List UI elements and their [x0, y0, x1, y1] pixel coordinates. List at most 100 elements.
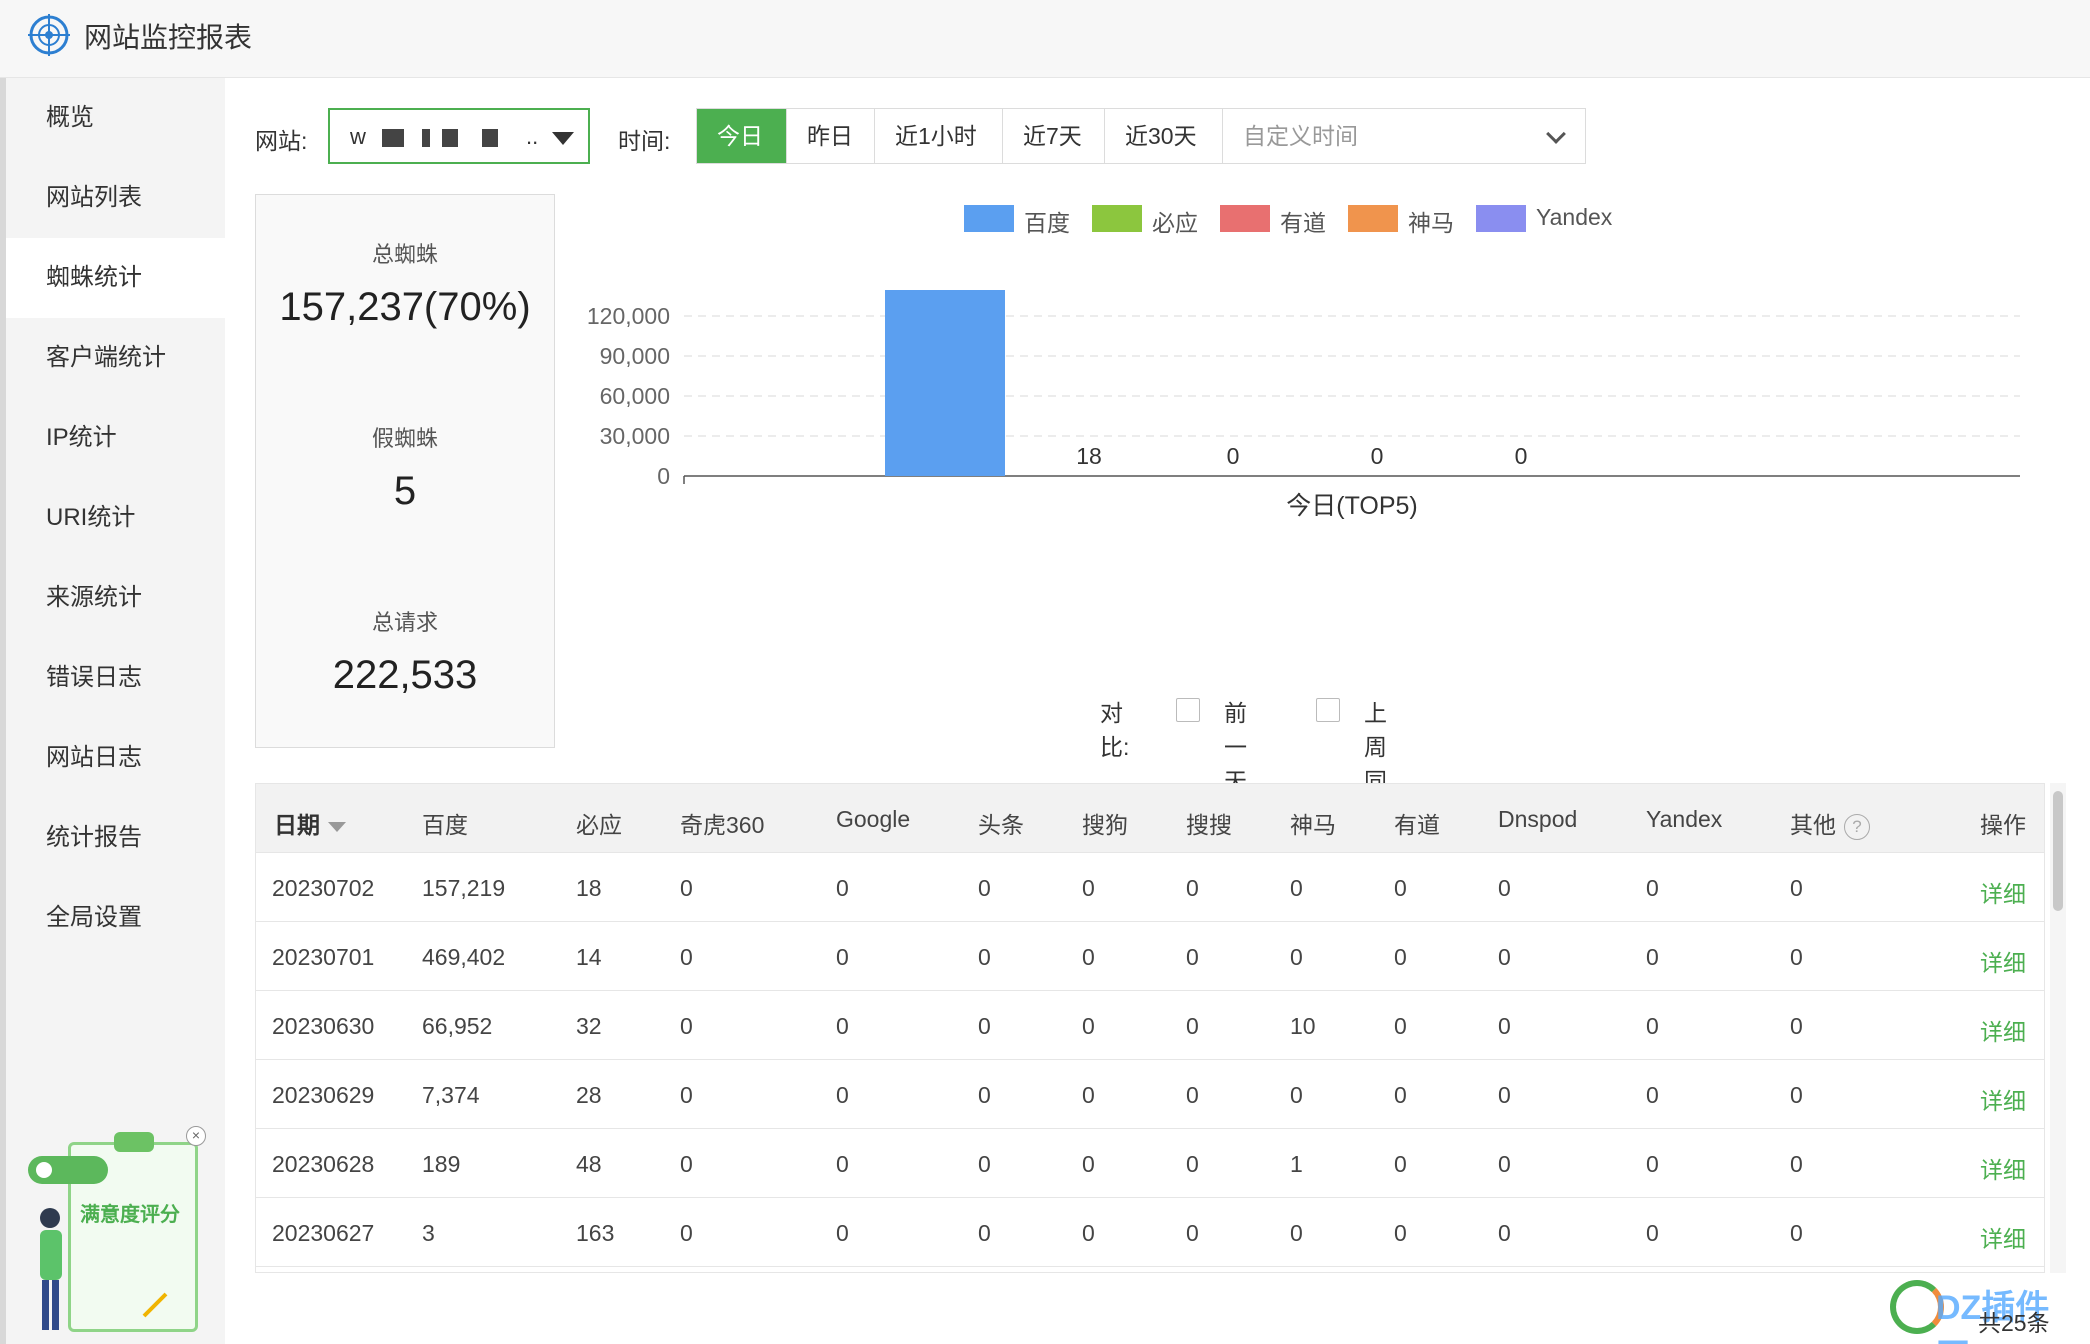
- table-cell: 0: [1498, 1082, 1511, 1108]
- table-cell: 0: [680, 875, 693, 901]
- sidebar-item-spider-stats[interactable]: 蜘蛛统计: [6, 238, 225, 318]
- col-header-toutiao: 头条: [978, 812, 1024, 838]
- table-cell: 0: [1290, 1082, 1303, 1108]
- table-cell: 0: [1646, 1220, 1659, 1246]
- total-request-value: 222,533: [332, 653, 478, 697]
- satisfaction-widget[interactable]: 满意度评分 ×: [20, 1120, 206, 1344]
- compare-last-week-checkbox[interactable]: [1316, 698, 1340, 722]
- help-icon[interactable]: ?: [1844, 813, 1870, 840]
- table-cell: 0: [836, 1220, 849, 1246]
- sidebar-item-overview[interactable]: 概览: [6, 78, 225, 158]
- table-cell: 0: [978, 944, 991, 970]
- site-select[interactable]: w ..: [328, 108, 590, 164]
- sidebar-item-site-log[interactable]: 网站日志: [6, 718, 225, 798]
- col-header-shenma: 神马: [1290, 812, 1336, 838]
- sidebar-item-ip-stats[interactable]: IP统计: [6, 398, 225, 478]
- table-cell: 0: [680, 1082, 693, 1108]
- sidebar-item-client-stats[interactable]: 客户端统计: [6, 318, 225, 398]
- col-header-date[interactable]: 日期: [274, 806, 346, 840]
- sidebar-item-report[interactable]: 统计报告: [6, 798, 225, 878]
- sort-down-icon[interactable]: [328, 821, 346, 832]
- detail-link[interactable]: 详细: [1980, 1220, 2026, 1254]
- table-row: 20230628 189 48 0 0 0 0 0 1 0 0 0 0 详细: [256, 1129, 2044, 1198]
- table-cell: 0: [1646, 1013, 1659, 1039]
- table-cell: 0: [1394, 1220, 1407, 1246]
- time-1hour-button[interactable]: 近1小时: [875, 109, 1003, 163]
- table-cell: 157,219: [422, 875, 506, 901]
- table-cell: 0: [836, 944, 849, 970]
- table-scrollbar[interactable]: [2050, 783, 2066, 1273]
- table-cell: 0: [1498, 944, 1511, 970]
- table-cell: 7,374: [422, 1082, 480, 1108]
- redacted-mark: [422, 129, 430, 147]
- table-cell: 0: [978, 1082, 991, 1108]
- col-header-action: 操作: [1980, 812, 2026, 838]
- table-cell: 0: [1394, 1082, 1407, 1108]
- table-cell: 48: [576, 1151, 602, 1177]
- total-request-label: 总请求: [371, 610, 438, 635]
- table-cell: 10: [1290, 1013, 1316, 1039]
- table-cell: 28: [576, 1082, 602, 1108]
- time-label: 时间:: [618, 128, 671, 154]
- table-header: 日期 百度 必应 奇虎360 Google 头条 搜狗 搜搜 神马 有道 Dns…: [256, 784, 2044, 853]
- detail-link[interactable]: 详细: [1980, 1082, 2026, 1116]
- table-row: 20230627 3 163 0 0 0 0 0 0 0 0 0 0 详细: [256, 1198, 2044, 1267]
- detail-link[interactable]: 详细: [1980, 1151, 2026, 1185]
- table-cell: 0: [1394, 875, 1407, 901]
- y-tick-label: 30,000: [600, 423, 670, 449]
- app-header: 网站监控报表: [0, 0, 2090, 78]
- table-cell: 0: [1290, 875, 1303, 901]
- redacted-mark: [442, 129, 458, 147]
- site-select-suffix: ..: [526, 124, 539, 149]
- detail-link[interactable]: 详细: [1980, 1013, 2026, 1047]
- redacted-mark: [382, 129, 404, 147]
- compare-prev-day-checkbox[interactable]: [1176, 698, 1200, 722]
- col-header-baidu: 百度: [422, 812, 468, 838]
- x-axis-label: 今日(TOP5): [1286, 492, 1418, 520]
- table-cell: 0: [836, 875, 849, 901]
- table-cell: 20230628: [272, 1151, 375, 1177]
- person-icon: [40, 1208, 62, 1330]
- time-yesterday-button[interactable]: 昨日: [787, 109, 875, 163]
- compare-prev-day-label: 前一天: [1224, 700, 1247, 794]
- detail-link[interactable]: 详细: [1980, 944, 2026, 978]
- time-today-button[interactable]: 今日: [697, 109, 787, 163]
- table-cell: 20230629: [272, 1082, 375, 1108]
- table-cell: 469,402: [422, 944, 506, 970]
- sidebar-item-referer-stats[interactable]: 来源统计: [6, 558, 225, 638]
- table-cell: 189: [422, 1151, 461, 1177]
- spider-stats-table: 日期 百度 必应 奇虎360 Google 头条 搜狗 搜搜 神马 有道 Dns…: [255, 783, 2045, 1273]
- widget-close-button[interactable]: ×: [186, 1126, 206, 1146]
- table-cell: 0: [1186, 1220, 1199, 1246]
- bar-0: [885, 290, 1005, 476]
- site-label: 网站:: [255, 128, 308, 154]
- table-cell: 0: [1790, 875, 1803, 901]
- scrollbar-thumb[interactable]: [2053, 791, 2063, 911]
- custom-time-select[interactable]: 自定义时间: [1223, 109, 1585, 163]
- table-cell: 0: [1646, 875, 1659, 901]
- sidebar-item-site-list[interactable]: 网站列表: [6, 158, 225, 238]
- col-header-other-label: 其他: [1790, 812, 1836, 838]
- detail-link[interactable]: 详细: [1980, 875, 2026, 909]
- time-30days-button[interactable]: 近30天: [1105, 109, 1223, 163]
- time-7days-button[interactable]: 近7天: [1003, 109, 1105, 163]
- caret-down-icon: [552, 132, 574, 145]
- table-cell: 0: [836, 1013, 849, 1039]
- sidebar-item-global-settings[interactable]: 全局设置: [6, 878, 225, 958]
- table-cell: 0: [1498, 1013, 1511, 1039]
- bar-data-label: 0: [1371, 443, 1384, 469]
- legend-label: Yandex: [1536, 204, 1613, 230]
- table-row: 20230630 66,952 32 0 0 0 0 0 10 0 0 0 0 详细: [256, 991, 2044, 1060]
- table-cell: 20230627: [272, 1220, 375, 1246]
- redacted-mark: [482, 129, 498, 147]
- table-cell: 32: [576, 1013, 602, 1039]
- sidebar-item-error-log[interactable]: 错误日志: [6, 638, 225, 718]
- table-cell: 0: [1394, 944, 1407, 970]
- sidebar-item-uri-stats[interactable]: URI统计: [6, 478, 225, 558]
- satisfaction-label: 满意度评分: [80, 1204, 180, 1226]
- bar-data-label: 0: [1515, 443, 1528, 469]
- table-cell: 0: [1082, 1082, 1095, 1108]
- fake-spider-label: 假蜘蛛: [371, 426, 438, 451]
- table-cell: 3: [422, 1220, 435, 1246]
- table-cell: 0: [836, 1082, 849, 1108]
